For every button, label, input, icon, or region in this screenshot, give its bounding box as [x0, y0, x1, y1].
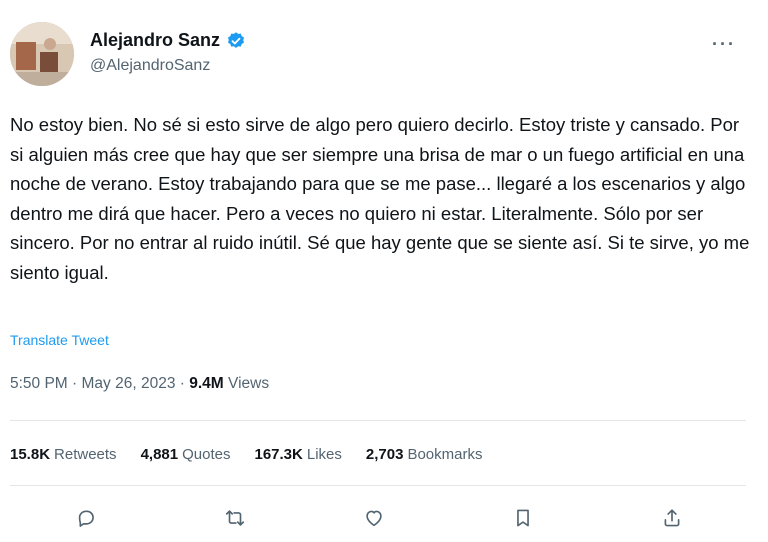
- display-name[interactable]: Alejandro Sanz: [90, 30, 220, 51]
- reply-icon: [78, 510, 94, 527]
- bookmark-icon: [517, 509, 529, 527]
- tweet-time[interactable]: 5:50 PM: [10, 375, 68, 392]
- share-button[interactable]: [654, 500, 690, 536]
- author-info: Alejandro Sanz @AlejandroSanz: [90, 30, 246, 75]
- verified-badge-icon: [226, 31, 246, 51]
- meta-separator: ·: [72, 375, 82, 392]
- quotes-count: 4,881: [140, 446, 179, 463]
- views-label: Views: [228, 375, 270, 392]
- reply-button[interactable]: [68, 500, 104, 536]
- tweet-header: Alejandro Sanz @AlejandroSanz ···: [10, 22, 758, 88]
- tweet-meta: 5:50 PM · May 26, 2023 · 9.4M Views: [10, 375, 269, 393]
- tweet-stats: 15.8K Retweets 4,881 Quotes 167.3K Likes 2,…: [10, 446, 482, 463]
- like-icon: [366, 510, 382, 527]
- likes-count: 167.3K: [254, 446, 303, 463]
- tweet-text: No estoy bien. No sé si esto sirve de al…: [10, 114, 750, 283]
- quotes-label: Quotes: [182, 446, 231, 463]
- likes-stat[interactable]: 167.3K Likes: [254, 446, 341, 463]
- views-count: 9.4M: [189, 375, 224, 392]
- bookmark-button[interactable]: [505, 500, 541, 536]
- handle[interactable]: @AlejandroSanz: [90, 57, 246, 75]
- avatar-image: [10, 22, 74, 86]
- retweet-button[interactable]: [217, 500, 253, 536]
- retweets-stat[interactable]: 15.8K Retweets: [10, 446, 117, 463]
- meta-separator: ·: [179, 375, 190, 392]
- divider: [10, 420, 746, 421]
- translate-link[interactable]: Translate Tweet: [10, 332, 109, 348]
- retweet-icon: [225, 510, 245, 526]
- retweets-count: 15.8K: [10, 446, 51, 463]
- tweet-date[interactable]: May 26, 2023: [82, 375, 176, 392]
- bookmarks-label: Bookmarks: [407, 446, 483, 463]
- likes-label: Likes: [306, 446, 342, 463]
- more-icon[interactable]: ···: [712, 34, 736, 55]
- bookmarks-count: 2,703: [365, 446, 404, 463]
- action-bar: [0, 500, 768, 536]
- quotes-stat[interactable]: 4,881 Quotes: [141, 446, 231, 463]
- divider: [10, 485, 746, 486]
- avatar[interactable]: [10, 22, 74, 86]
- share-icon: [664, 509, 680, 527]
- like-button[interactable]: [356, 500, 392, 536]
- bookmarks-stat[interactable]: 2,703 Bookmarks: [366, 446, 483, 463]
- retweets-label: Retweets: [54, 446, 117, 463]
